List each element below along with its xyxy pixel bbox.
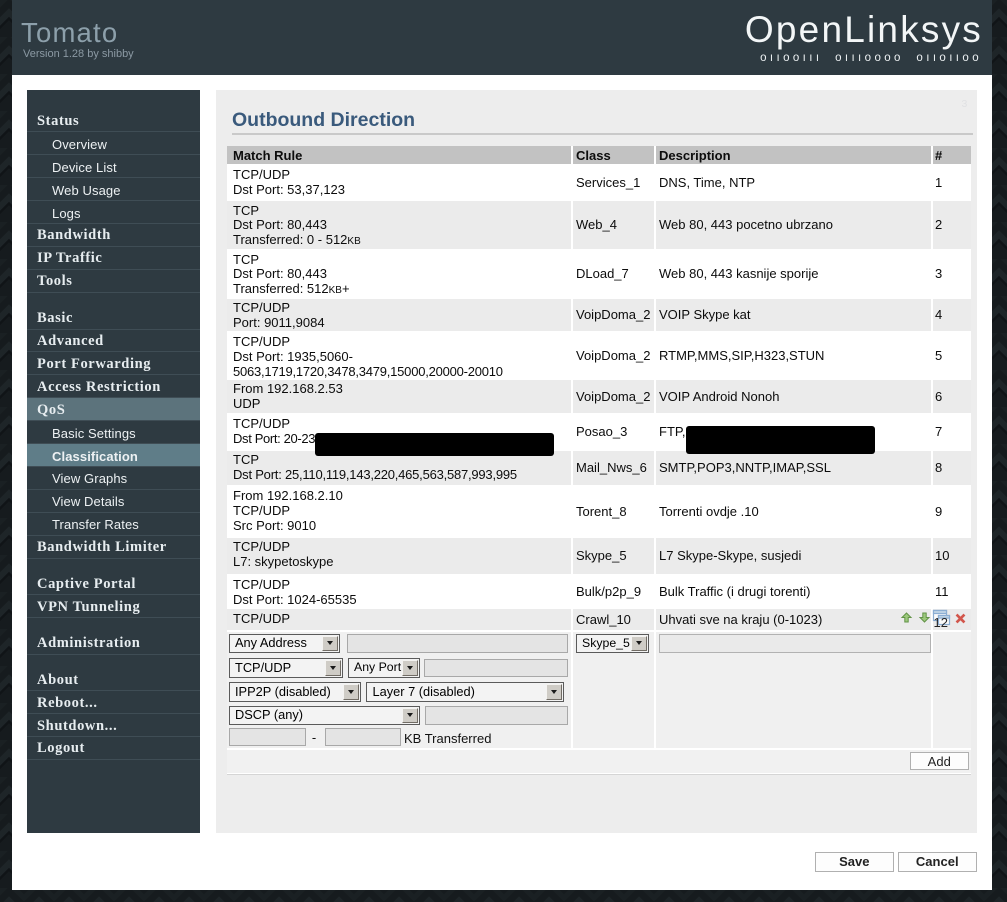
svg-text:12: 12 [934,615,948,630]
